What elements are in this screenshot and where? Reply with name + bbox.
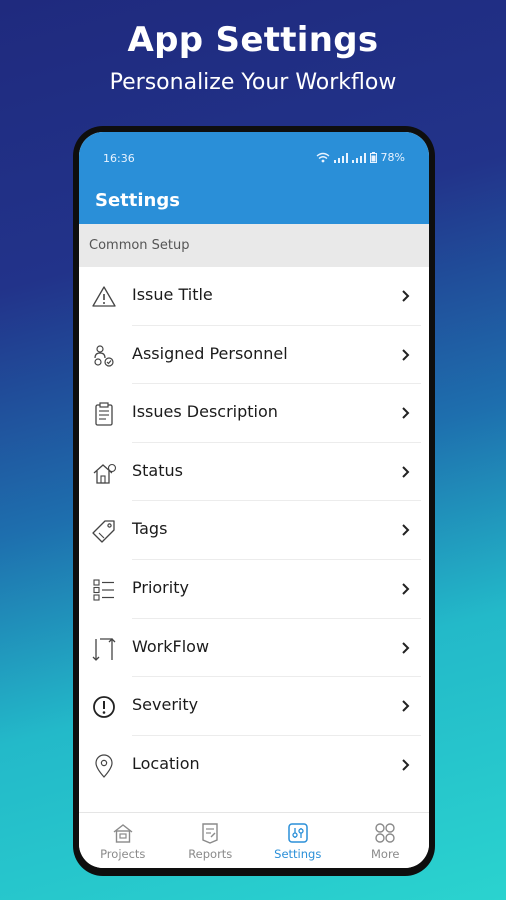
- settings-item-issue-title[interactable]: Issue Title: [79, 267, 429, 326]
- chevron-right-icon: [402, 524, 410, 537]
- nav-label: More: [370, 847, 400, 861]
- nav-reports[interactable]: Reports: [167, 813, 255, 868]
- personnel-icon: [94, 344, 114, 367]
- nav-label: Reports: [188, 847, 233, 861]
- page-title: Settings: [95, 190, 180, 211]
- settings-item-status[interactable]: Status: [79, 443, 429, 502]
- settings-item-workflow[interactable]: WorkFlow: [79, 619, 429, 678]
- nav-projects[interactable]: Projects: [79, 813, 167, 868]
- clipboard-icon: [95, 402, 113, 426]
- signal-icon: [333, 152, 348, 163]
- settings-item-priority[interactable]: Priority: [79, 560, 429, 619]
- promo-subtitle: Personalize Your Workflow: [109, 70, 397, 95]
- settings-item-tags[interactable]: Tags: [79, 501, 429, 560]
- settings-item-location[interactable]: Location: [79, 736, 429, 795]
- priority-list-icon: [93, 579, 114, 601]
- settings-item-issues-description[interactable]: Issues Description: [79, 384, 429, 443]
- chevron-right-icon: [402, 290, 410, 302]
- house-status-icon: [93, 463, 117, 484]
- chevron-right-icon: [402, 641, 410, 654]
- settings-item-label: Assigned Personnel: [132, 343, 288, 363]
- status-indicators: 78%: [316, 151, 405, 164]
- nav-label: Projects: [100, 847, 146, 861]
- settings-item-label: WorkFlow: [132, 636, 210, 656]
- wifi-icon: [316, 152, 329, 163]
- more-grid-icon: [375, 823, 395, 843]
- settings-icon: [288, 823, 308, 843]
- section-header: Common Setup: [79, 224, 429, 267]
- settings-item-label: Issue Title: [132, 285, 213, 304]
- settings-item-label: Status: [132, 460, 183, 480]
- bottom-navigation: Projects Reports Settings More: [79, 812, 429, 868]
- location-pin-icon: [95, 754, 113, 778]
- settings-list: Issue Title Assigned Personnel Issues De…: [79, 267, 429, 794]
- chevron-right-icon: [402, 407, 410, 419]
- exclamation-circle-icon: [93, 696, 115, 719]
- chevron-right-icon: [402, 466, 410, 478]
- settings-item-label: Location: [132, 753, 200, 773]
- chevron-right-icon: [402, 759, 410, 771]
- settings-item-severity[interactable]: Severity: [79, 677, 429, 736]
- projects-icon: [113, 824, 133, 843]
- nav-more[interactable]: More: [342, 813, 430, 868]
- settings-item-label: Issues Description: [132, 402, 278, 422]
- workflow-icon: [92, 637, 116, 661]
- status-time: 16:36: [103, 152, 135, 165]
- warning-icon: [92, 286, 116, 307]
- tag-icon: [92, 520, 115, 544]
- settings-item-label: Tags: [132, 519, 168, 539]
- phone-screen: 16:36 78% Settings Common Setup Issue Ti…: [79, 132, 429, 868]
- settings-item-assigned-personnel[interactable]: Assigned Personnel: [79, 326, 429, 385]
- app-bar: 16:36 78% Settings: [79, 132, 429, 224]
- chevron-right-icon: [402, 700, 410, 712]
- signal-icon-2: [351, 152, 366, 163]
- nav-label: Settings: [274, 847, 322, 861]
- phone-frame: 16:36 78% Settings Common Setup Issue Ti…: [73, 126, 435, 876]
- battery-icon: [369, 152, 377, 163]
- settings-item-label: Severity: [132, 695, 199, 715]
- settings-item-label: Priority: [132, 577, 189, 597]
- promo-title: App Settings: [127, 20, 379, 60]
- battery-level: 78%: [380, 151, 405, 164]
- chevron-right-icon: [402, 348, 410, 361]
- nav-settings[interactable]: Settings: [254, 813, 342, 868]
- reports-icon: [202, 823, 218, 844]
- chevron-right-icon: [402, 583, 410, 595]
